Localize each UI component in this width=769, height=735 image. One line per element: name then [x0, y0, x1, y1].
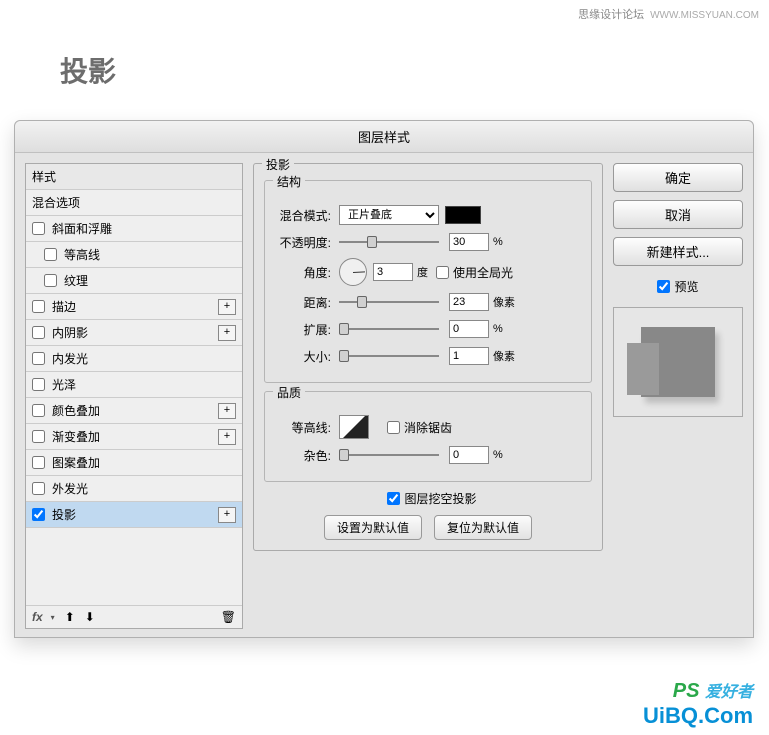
blend-mode-select[interactable]: 正片叠底 [339, 205, 439, 225]
trash-icon[interactable]: 🗑 [221, 610, 236, 624]
contour-label: 等高线: [275, 419, 331, 436]
add-icon[interactable]: + [218, 507, 236, 523]
size-input[interactable] [449, 347, 489, 365]
fx-icon[interactable]: fx [32, 610, 43, 624]
gradient-overlay-checkbox[interactable] [32, 430, 45, 443]
cancel-button[interactable]: 取消 [613, 200, 743, 229]
color-overlay-checkbox[interactable] [32, 404, 45, 417]
style-item-texture[interactable]: 纹理 [26, 268, 242, 294]
list-footer: fx▾ ⬆ ⬇ 🗑 [26, 605, 242, 628]
pattern-overlay-checkbox[interactable] [32, 456, 45, 469]
spread-slider[interactable] [339, 321, 439, 337]
spread-input[interactable] [449, 320, 489, 338]
arrow-up-icon[interactable]: ⬆ [65, 610, 75, 624]
style-item-satin[interactable]: 光泽 [26, 372, 242, 398]
size-label: 大小: [275, 348, 331, 365]
noise-input[interactable] [449, 446, 489, 464]
noise-label: 杂色: [275, 447, 331, 464]
drop-shadow-checkbox[interactable] [32, 508, 45, 521]
outer-glow-checkbox[interactable] [32, 482, 45, 495]
distance-slider[interactable] [339, 294, 439, 310]
style-item-drop-shadow[interactable]: 投影+ [26, 502, 242, 528]
reset-default-button[interactable]: 复位为默认值 [434, 515, 532, 540]
style-item-color-overlay[interactable]: 颜色叠加+ [26, 398, 242, 424]
angle-label: 角度: [275, 264, 331, 281]
structure-legend: 结构 [273, 173, 305, 190]
styles-header[interactable]: 样式 [26, 164, 242, 190]
blend-mode-label: 混合模式: [275, 207, 331, 224]
brand-watermark: PS 爱好者 UiBQ.Com [643, 678, 753, 729]
texture-checkbox[interactable] [44, 274, 57, 287]
global-light-checkbox[interactable]: 使用全局光 [436, 264, 513, 281]
layer-style-dialog: 图层样式 样式 混合选项 斜面和浮雕 等高线 纹理 描边+ 内阴影+ 内发光 光… [14, 120, 754, 638]
stroke-checkbox[interactable] [32, 300, 45, 313]
noise-unit: % [493, 449, 503, 461]
make-default-button[interactable]: 设置为默认值 [324, 515, 422, 540]
dialog-title: 图层样式 [15, 121, 753, 153]
opacity-slider[interactable] [339, 234, 439, 250]
styles-sidebar: 样式 混合选项 斜面和浮雕 等高线 纹理 描边+ 内阴影+ 内发光 光泽 颜色叠… [25, 163, 243, 629]
style-item-gradient-overlay[interactable]: 渐变叠加+ [26, 424, 242, 450]
blend-options-row[interactable]: 混合选项 [26, 190, 242, 216]
opacity-label: 不透明度: [275, 234, 331, 251]
satin-checkbox[interactable] [32, 378, 45, 391]
distance-label: 距离: [275, 294, 331, 311]
angle-dial[interactable] [339, 258, 367, 286]
quality-legend: 品质 [273, 384, 305, 401]
style-item-inner-shadow[interactable]: 内阴影+ [26, 320, 242, 346]
contour-checkbox[interactable] [44, 248, 57, 261]
angle-unit: 度 [417, 264, 428, 280]
style-item-outer-glow[interactable]: 外发光 [26, 476, 242, 502]
bevel-checkbox[interactable] [32, 222, 45, 235]
group-legend: 投影 [262, 156, 294, 173]
knockout-checkbox[interactable]: 图层挖空投影 [387, 490, 476, 507]
opacity-input[interactable] [449, 233, 489, 251]
inner-glow-checkbox[interactable] [32, 352, 45, 365]
preview-checkbox[interactable]: 预览 [613, 278, 743, 295]
arrow-down-icon[interactable]: ⬇ [85, 610, 95, 624]
contour-picker[interactable] [339, 415, 369, 439]
antialias-checkbox[interactable]: 消除锯齿 [387, 419, 452, 436]
spread-unit: % [493, 323, 503, 335]
add-icon[interactable]: + [218, 325, 236, 341]
style-item-inner-glow[interactable]: 内发光 [26, 346, 242, 372]
add-icon[interactable]: + [218, 403, 236, 419]
size-unit: 像素 [493, 348, 515, 364]
ok-button[interactable]: 确定 [613, 163, 743, 192]
distance-unit: 像素 [493, 294, 515, 310]
action-panel: 确定 取消 新建样式... 预览 [613, 163, 743, 629]
add-icon[interactable]: + [218, 299, 236, 315]
add-icon[interactable]: + [218, 429, 236, 445]
style-item-contour[interactable]: 等高线 [26, 242, 242, 268]
preview-swatch [641, 327, 715, 397]
watermark: 思缘设计论坛WWW.MISSYUAN.COM [578, 6, 759, 22]
inner-shadow-checkbox[interactable] [32, 326, 45, 339]
page-title: 投影 [60, 50, 116, 90]
color-swatch[interactable] [445, 206, 481, 224]
opacity-unit: % [493, 236, 503, 248]
angle-input[interactable] [373, 263, 413, 281]
noise-slider[interactable] [339, 447, 439, 463]
distance-input[interactable] [449, 293, 489, 311]
spread-label: 扩展: [275, 321, 331, 338]
new-style-button[interactable]: 新建样式... [613, 237, 743, 266]
style-item-pattern-overlay[interactable]: 图案叠加 [26, 450, 242, 476]
style-item-stroke[interactable]: 描边+ [26, 294, 242, 320]
size-slider[interactable] [339, 348, 439, 364]
settings-panel: 投影 结构 混合模式: 正片叠底 不透明度: % 角度 [253, 163, 603, 629]
style-item-bevel[interactable]: 斜面和浮雕 [26, 216, 242, 242]
preview-box [613, 307, 743, 417]
